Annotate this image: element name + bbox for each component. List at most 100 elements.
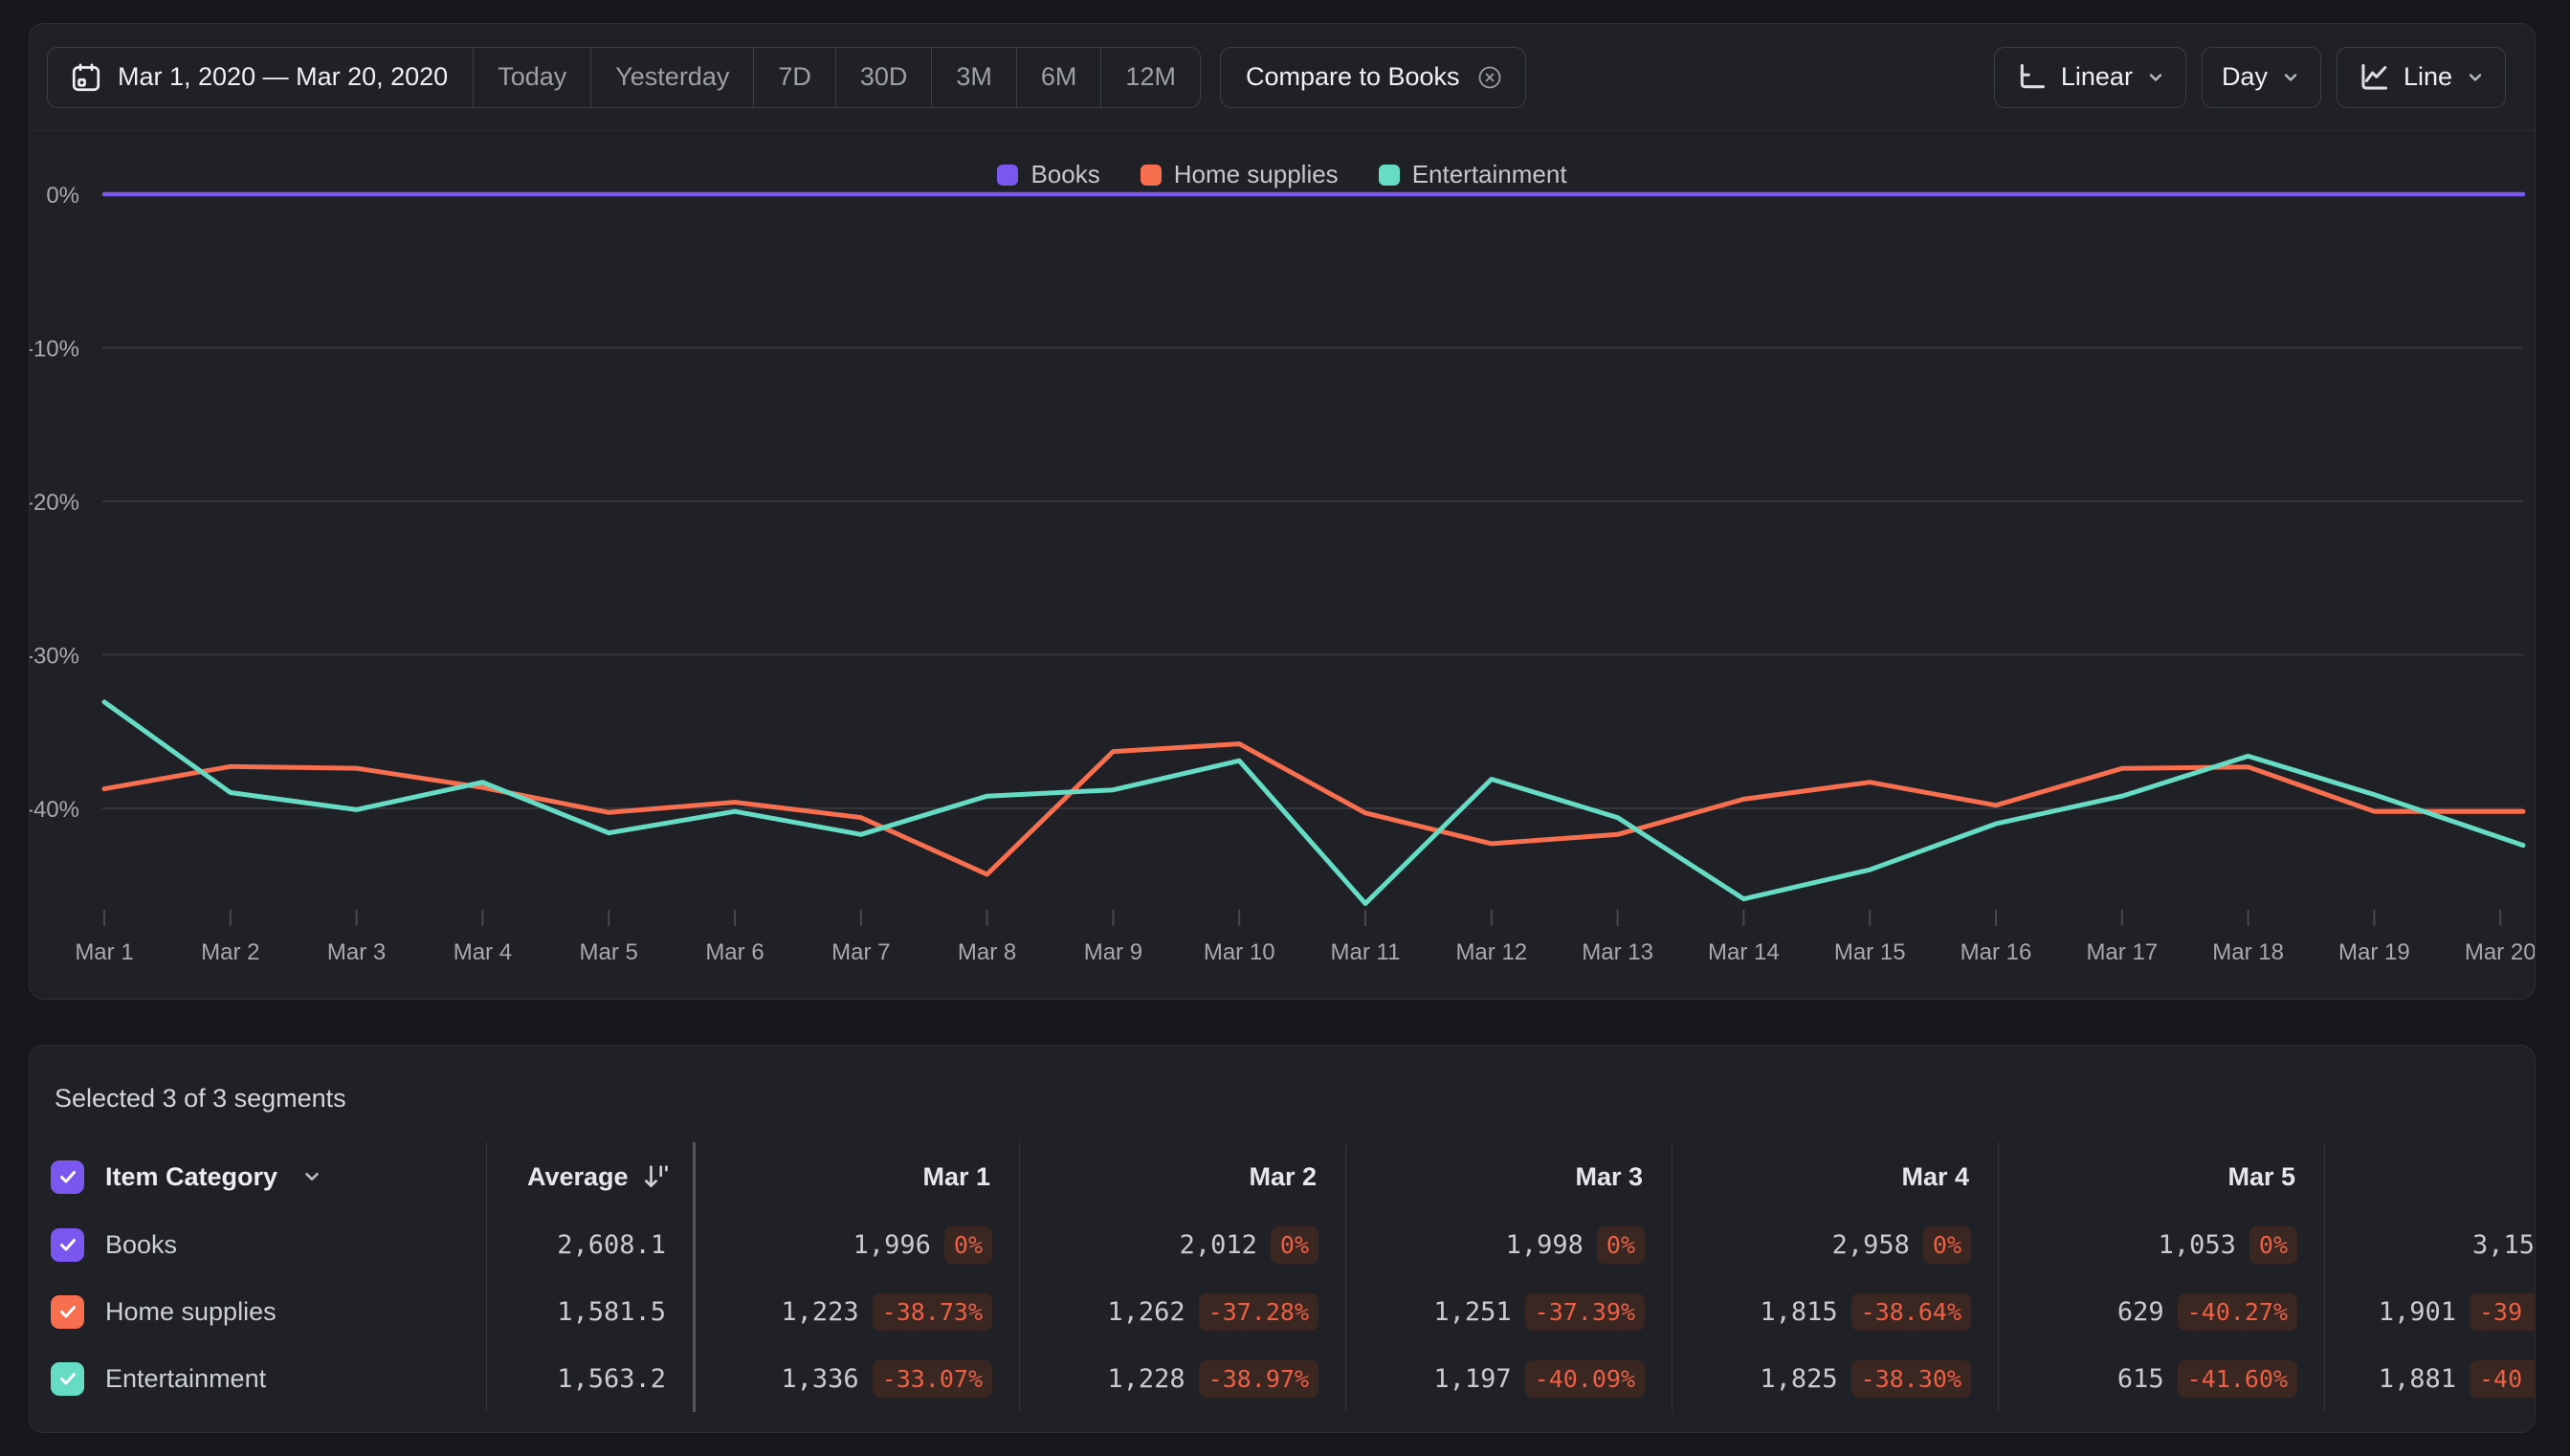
- x-axis-label: Mar 16: [1961, 939, 2032, 965]
- check-icon: [59, 1373, 76, 1385]
- percent-badge: -41.60%: [2177, 1359, 2297, 1398]
- legend-item-books[interactable]: Books: [997, 160, 1100, 189]
- interval-label: Day: [2221, 62, 2268, 91]
- check-icon: [59, 1306, 76, 1318]
- x-axis-label: Mar 17: [2086, 939, 2158, 965]
- date-range-group: Mar 1, 2020 — Mar 20, 2020 Today Yesterda…: [47, 46, 1201, 108]
- cell-entertainment-mar-1: 1,336 -33.07%: [693, 1345, 1019, 1412]
- cell-value: 1,996: [853, 1229, 931, 1260]
- segment-label: Entertainment: [105, 1363, 267, 1393]
- cell-books-mar-5: 1,053 0%: [1998, 1211, 2324, 1278]
- chevron-down-icon: [2465, 67, 2486, 88]
- cell-value: 1,825: [1760, 1363, 1838, 1394]
- select-all-checkbox[interactable]: [51, 1159, 84, 1194]
- interval-select[interactable]: Day: [2201, 46, 2321, 108]
- x-axis-label: Mar 13: [1582, 939, 1653, 965]
- y-axis-label: -10%: [30, 337, 79, 363]
- day-header-mar-3: Mar 3: [1345, 1142, 1672, 1211]
- toolbar-right: Linear Day Line: [1993, 46, 2506, 108]
- cell-books-mar-3: 1,998 0%: [1345, 1211, 1672, 1278]
- average-cell-entertainment: 1,563.2: [486, 1345, 693, 1412]
- scale-label: Linear: [2060, 62, 2133, 91]
- chart-type-select[interactable]: Line: [2336, 46, 2506, 108]
- checkbox-entertainment[interactable]: [51, 1361, 84, 1396]
- compare-chip[interactable]: Compare to Books: [1219, 46, 1526, 108]
- chart-type-label: Line: [2403, 62, 2452, 91]
- check-icon: [59, 1171, 76, 1183]
- category-header-cell[interactable]: Item Category: [30, 1142, 486, 1211]
- category-header-label: Item Category: [105, 1161, 278, 1191]
- average-header-cell[interactable]: Average: [486, 1142, 693, 1211]
- percent-badge: -37.28%: [1198, 1292, 1318, 1331]
- quick-range-7d[interactable]: 7D: [753, 47, 835, 107]
- checkbox-home-supplies[interactable]: [51, 1294, 84, 1329]
- cell-value: 1,228: [1107, 1363, 1185, 1394]
- x-axis-label: Mar 3: [327, 939, 386, 965]
- cell-value: 1,815: [1760, 1296, 1838, 1327]
- quick-range-6m[interactable]: 6M: [1015, 47, 1101, 107]
- cell-home-supplies-mar-4: 1,815 -38.64%: [1672, 1278, 1998, 1345]
- percent-badge: 0%: [1922, 1225, 1971, 1264]
- chevron-down-icon: [2280, 67, 2301, 88]
- percent-badge: 0%: [1596, 1225, 1645, 1264]
- legend-label: Books: [1030, 160, 1100, 188]
- chart-legend: Books Home supplies Entertainment: [30, 160, 2535, 189]
- cell-entertainment-mar-5: 615 -41.60%: [1998, 1345, 2324, 1412]
- x-axis-label: Mar 5: [580, 939, 638, 965]
- calendar-icon: [69, 60, 103, 95]
- quick-range-12m[interactable]: 12M: [1100, 47, 1200, 107]
- cell-value: 3,15: [2471, 1229, 2535, 1260]
- legend-item-entertainment[interactable]: Entertainment: [1378, 160, 1567, 189]
- checkbox-books[interactable]: [51, 1227, 84, 1262]
- cell-value: 615: [2116, 1363, 2164, 1394]
- cell-value: 1,336: [781, 1363, 859, 1394]
- cell-value: 1,998: [1505, 1229, 1584, 1260]
- x-axis-label: Mar 12: [1455, 939, 1527, 965]
- quick-range-today[interactable]: Today: [474, 48, 590, 107]
- chart-svg: 0%-10%-20%-30%-40%Mar 1 Mar 2 Mar 3 Mar 4 Ma…: [30, 183, 2535, 965]
- average-cell-books: 2,608.1: [486, 1211, 693, 1278]
- quick-range-30d[interactable]: 30D: [834, 47, 932, 107]
- x-axis-label: Mar 20: [2465, 939, 2535, 965]
- cell-books-partial: 3,15: [2324, 1211, 2535, 1278]
- x-axis-label: Mar 9: [1084, 939, 1142, 965]
- category-chevron-down-icon[interactable]: [300, 1165, 323, 1188]
- quick-range-yesterday[interactable]: Yesterday: [590, 47, 753, 107]
- quick-range-3m[interactable]: 3M: [931, 47, 1016, 107]
- selected-count: Selected 3 of 3 segments: [55, 1084, 346, 1113]
- cell-entertainment-mar-2: 1,228 -38.97%: [1019, 1345, 1345, 1412]
- x-axis-label: Mar 19: [2338, 939, 2410, 965]
- cell-value: 2,958: [1831, 1229, 1910, 1260]
- chart-card: Mar 1, 2020 — Mar 20, 2020 Today Yesterda…: [29, 23, 2536, 1000]
- legend-item-home-supplies[interactable]: Home supplies: [1140, 160, 1339, 189]
- series-line-entertainment: [101, 699, 2526, 906]
- percent-badge: 0%: [2249, 1225, 2297, 1264]
- segments-card: Selected 3 of 3 segments Item Category Av…: [29, 1045, 2536, 1433]
- segment-label: Books: [105, 1229, 178, 1259]
- toolbar-left: Mar 1, 2020 — Mar 20, 2020 Today Yesterda…: [47, 46, 1526, 108]
- cell-entertainment-mar-4: 1,825 -38.30%: [1672, 1345, 1998, 1412]
- sort-descending-icon[interactable]: [640, 1161, 671, 1192]
- legend-swatch-icon: [1140, 164, 1162, 186]
- date-range-button[interactable]: Mar 1, 2020 — Mar 20, 2020: [48, 47, 475, 107]
- x-axis-label: Mar 14: [1708, 939, 1780, 965]
- cell-value: 1,053: [2158, 1229, 2236, 1260]
- legend-label: Home supplies: [1173, 160, 1339, 188]
- percent-badge: -40.27%: [2177, 1292, 2297, 1331]
- segments-table: Item Category Average Mar 1 Mar 2 Mar 3 Mar 4…: [30, 1142, 2535, 1412]
- cell-home-supplies-mar-3: 1,251 -37.39%: [1345, 1278, 1672, 1345]
- date-range-label: Mar 1, 2020 — Mar 20, 2020: [118, 62, 449, 91]
- x-axis-label: Mar 15: [1834, 939, 1906, 965]
- y-axis-label: -40%: [30, 797, 79, 823]
- percent-badge: 0%: [1270, 1225, 1318, 1264]
- x-axis-label: Mar 10: [1204, 939, 1275, 965]
- percent-badge: -33.07%: [872, 1359, 992, 1398]
- remove-compare-icon[interactable]: [1475, 63, 1504, 92]
- scale-select[interactable]: Linear: [1993, 46, 2186, 108]
- percent-badge: -39: [2470, 1292, 2535, 1331]
- cell-home-supplies-mar-2: 1,262 -37.28%: [1019, 1278, 1345, 1345]
- percent-badge: -38.30%: [1850, 1359, 1971, 1398]
- x-axis-label: Mar 11: [1331, 939, 1401, 965]
- percent-badge: -40.09%: [1524, 1359, 1645, 1398]
- cell-home-supplies-mar-1: 1,223 -38.73%: [693, 1278, 1019, 1345]
